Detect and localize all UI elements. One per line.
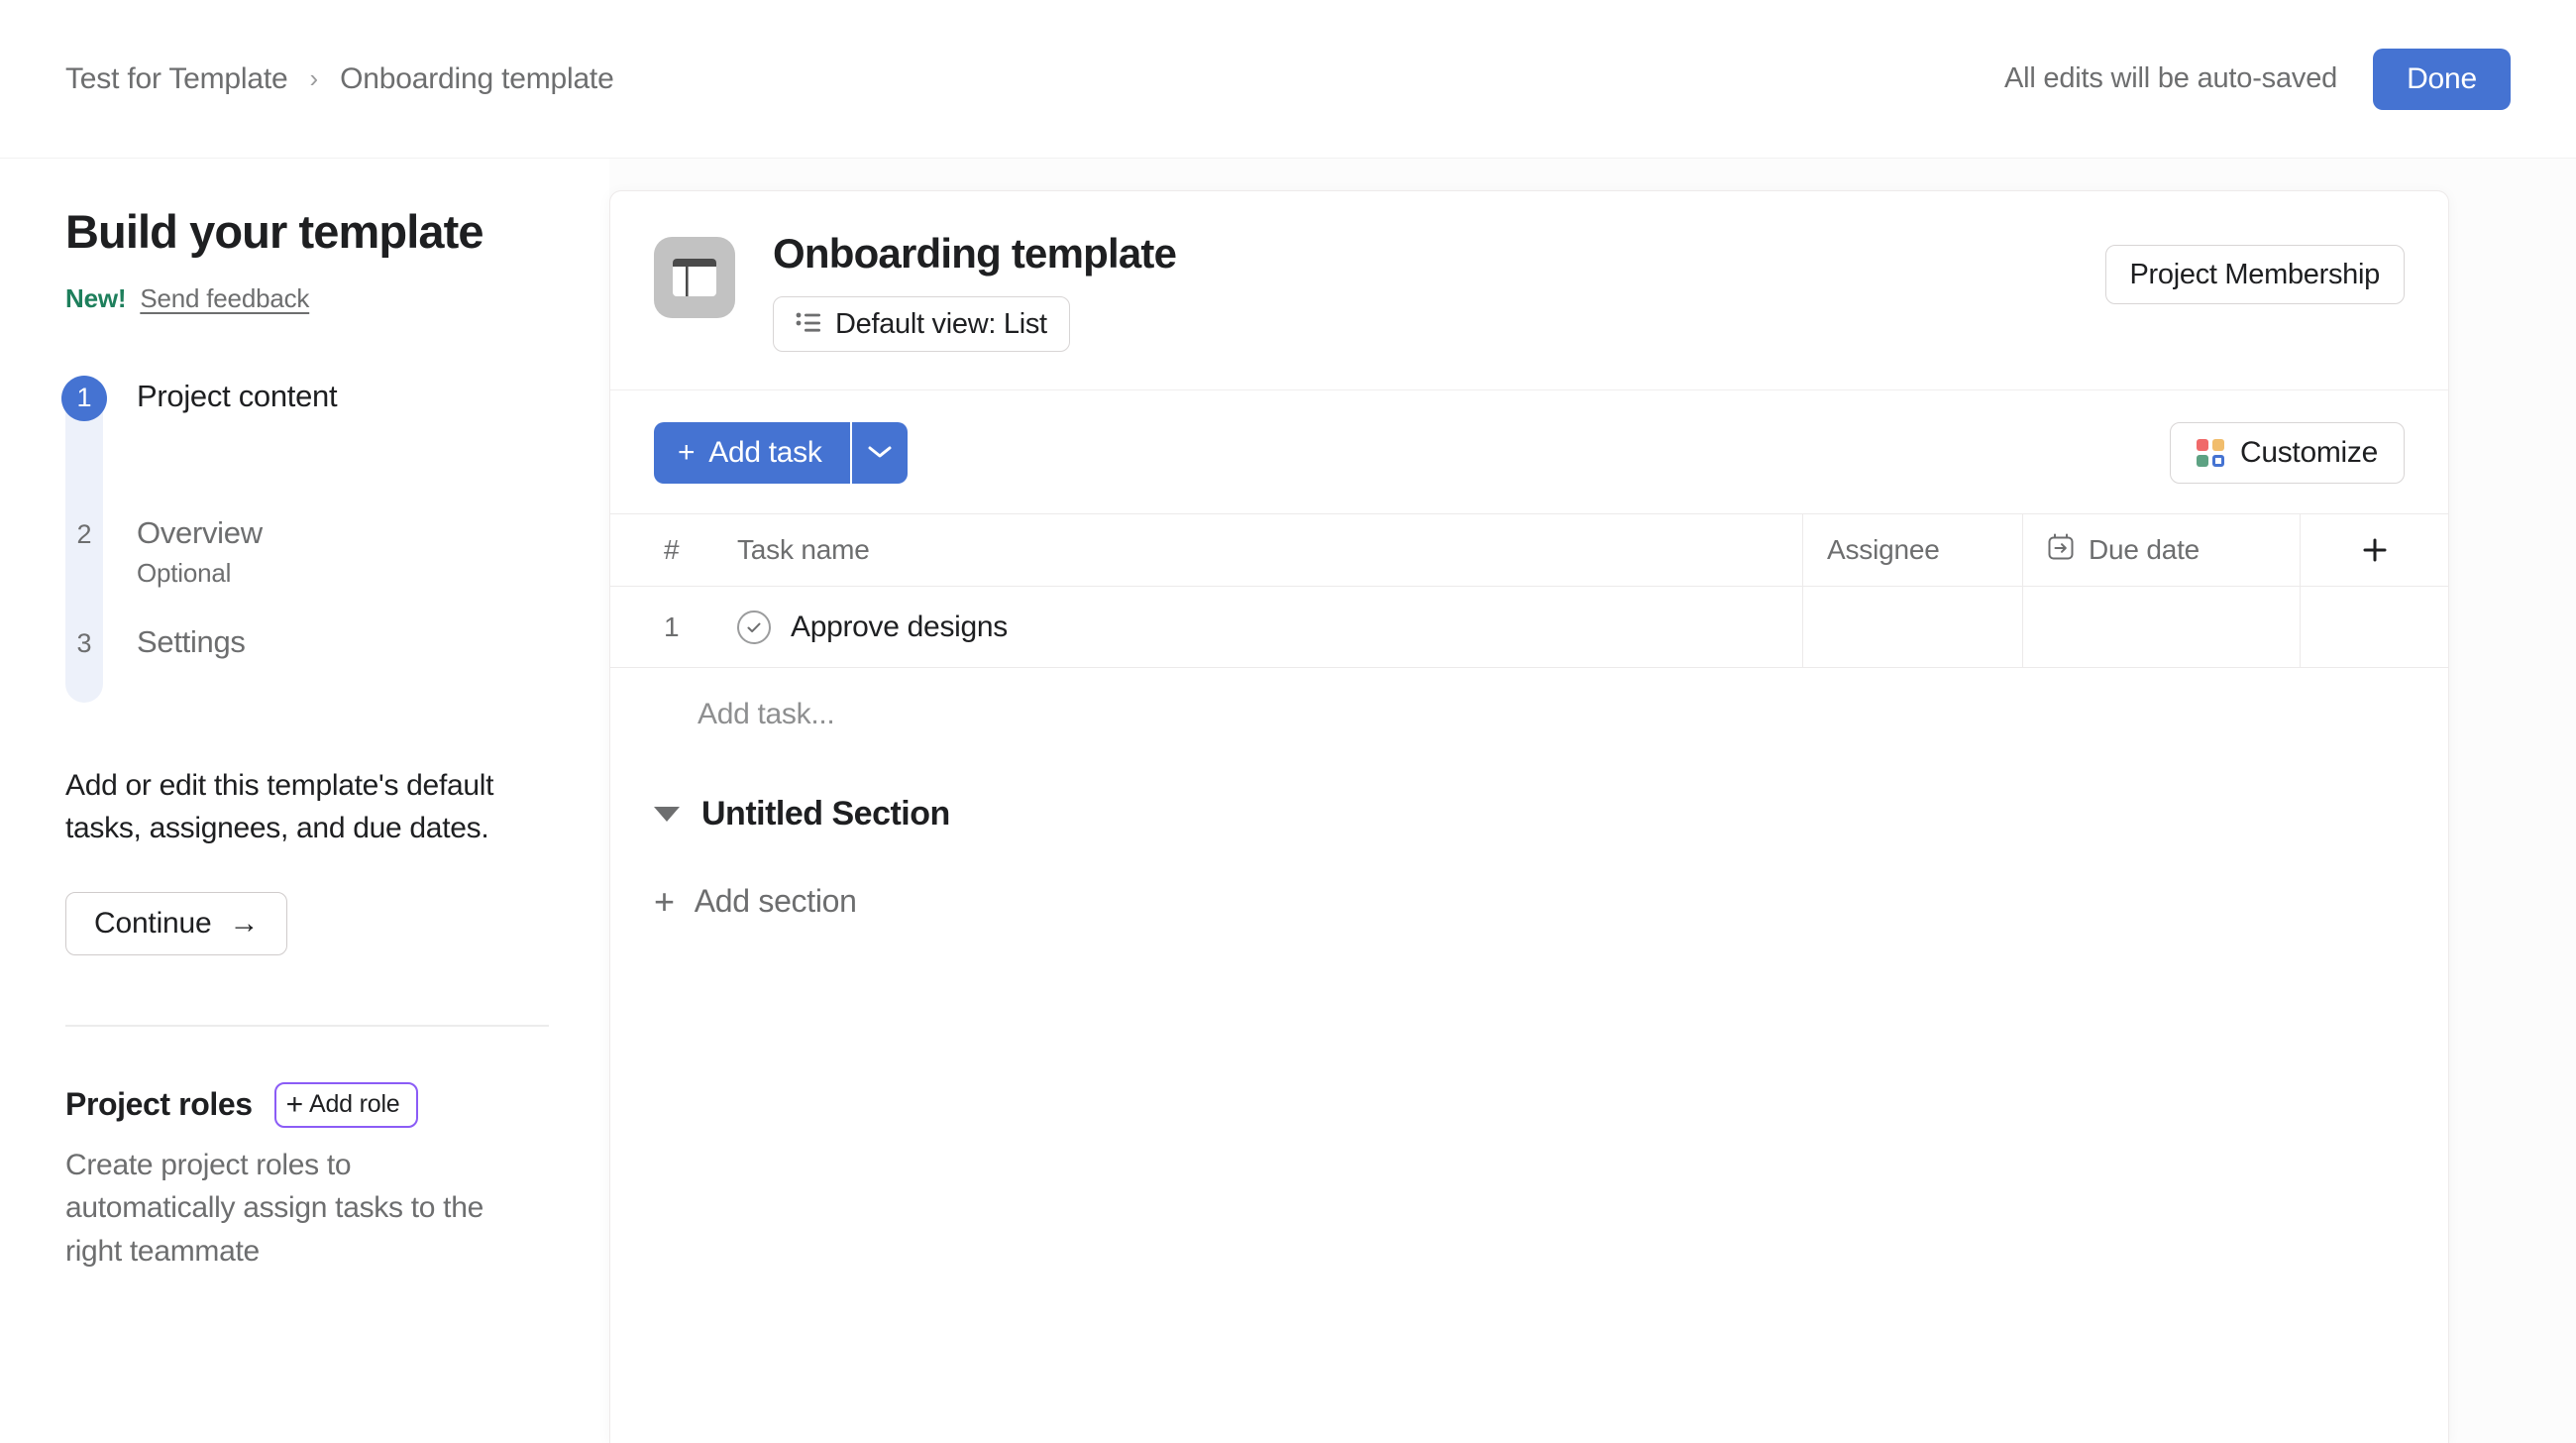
- add-section-label: Add section: [694, 883, 857, 920]
- project-membership-button[interactable]: Project Membership: [2104, 245, 2405, 304]
- customize-cell-blue-outline: [2211, 455, 2224, 468]
- row-assignee-cell[interactable]: [1802, 587, 2022, 668]
- table-header-row: # Task name Assignee Due date: [610, 513, 2448, 588]
- breadcrumb-item-current[interactable]: Onboarding template: [340, 62, 614, 96]
- breadcrumb: Test for Template › Onboarding template: [65, 62, 614, 96]
- customize-button[interactable]: Customize: [2169, 422, 2405, 485]
- feedback-row: New! Send feedback: [65, 283, 544, 314]
- add-task-group: + Add task: [654, 422, 908, 485]
- column-header-due-date-label: Due date: [2089, 534, 2200, 566]
- add-column-button[interactable]: [2300, 514, 2448, 587]
- step-label-project-content: Project content: [137, 378, 338, 413]
- step-project-content[interactable]: 1 Project content: [61, 375, 544, 467]
- table-row[interactable]: 1 Approve designs: [610, 587, 2448, 669]
- chevron-right-icon: ›: [309, 62, 319, 93]
- add-role-label: Add role: [309, 1090, 400, 1119]
- new-badge: New!: [65, 282, 127, 313]
- project-roles-description: Create project roles to automatically as…: [65, 1148, 483, 1268]
- plus-icon: +: [654, 880, 675, 922]
- project-roles-header: Project roles + Add role: [65, 1081, 544, 1128]
- sidebar-divider: [65, 1024, 549, 1027]
- row-due-date-cell[interactable]: [2022, 587, 2300, 668]
- row-number: 1: [664, 610, 680, 642]
- task-complete-check-icon[interactable]: [737, 610, 771, 644]
- section-header[interactable]: Untitled Section: [610, 771, 2448, 857]
- step-number-2: 2: [76, 519, 92, 550]
- project-title[interactable]: Onboarding template: [773, 230, 1177, 277]
- add-task-dropdown-button[interactable]: [849, 422, 908, 485]
- continue-label: Continue: [94, 906, 212, 940]
- add-task-label: Add task: [708, 436, 822, 470]
- step-label-overview: Overview: [137, 514, 263, 550]
- task-toolbar: + Add task Customize: [610, 390, 2448, 513]
- step-overview[interactable]: 2 Overview Optional: [65, 512, 544, 604]
- page-title: Build your template: [65, 205, 484, 258]
- step-number-3: 3: [76, 628, 92, 659]
- add-task-button[interactable]: + Add task: [654, 422, 850, 485]
- add-section-button[interactable]: + Add section: [610, 857, 2448, 945]
- list-view-icon: [796, 308, 821, 341]
- project-title-block: Onboarding template Default view: List: [773, 230, 1177, 353]
- add-role-button[interactable]: + Add role: [273, 1081, 418, 1128]
- main-area: Onboarding template Default view: List P…: [609, 159, 2576, 1443]
- stepper: 1 Project content 2 Overview Optional 3 …: [61, 375, 544, 713]
- customize-cell-orange: [2211, 439, 2224, 452]
- customize-cell-green: [2196, 455, 2208, 468]
- chevron-down-icon: [867, 444, 893, 463]
- customize-grid-icon: [2196, 439, 2224, 468]
- step-label-settings: Settings: [137, 623, 246, 659]
- project-roles-title: Project roles: [65, 1086, 253, 1123]
- row-extra-cell: [2300, 587, 2448, 668]
- step-settings[interactable]: 3 Settings: [65, 621, 544, 713]
- done-button[interactable]: Done: [2373, 48, 2511, 110]
- customize-label: Customize: [2239, 436, 2378, 470]
- task-name-text: Approve designs: [791, 610, 1008, 643]
- step-number-1: 1: [61, 375, 107, 421]
- project-card: Onboarding template Default view: List P…: [609, 190, 2449, 1443]
- task-table: # Task name Assignee Due date 1 Approve …: [610, 513, 2448, 945]
- due-date-icon: [2047, 533, 2075, 568]
- continue-button[interactable]: Continue →: [65, 891, 288, 955]
- sidebar-description: Add or edit this template's default task…: [65, 768, 494, 845]
- top-bar-actions: All edits will be auto-saved Done: [2003, 48, 2511, 110]
- column-header-number: #: [664, 534, 680, 566]
- default-view-chip[interactable]: Default view: List: [773, 296, 1070, 353]
- add-task-inline-input[interactable]: Add task...: [610, 668, 2448, 761]
- column-header-task-name[interactable]: Task name: [709, 514, 1802, 586]
- plus-icon: +: [285, 1087, 304, 1121]
- project-board-icon: [654, 237, 735, 318]
- autosave-status: All edits will be auto-saved: [2003, 62, 2338, 94]
- row-task-name-cell[interactable]: Approve designs: [709, 587, 1802, 667]
- project-header: Onboarding template Default view: List P…: [610, 191, 2448, 391]
- column-header-due-date[interactable]: Due date: [2022, 514, 2300, 587]
- send-feedback-link[interactable]: Send feedback: [140, 283, 309, 314]
- step-sub-overview: Optional: [137, 558, 232, 589]
- page-body: Build your template New! Send feedback 1…: [0, 159, 2576, 1443]
- breadcrumb-item-parent[interactable]: Test for Template: [65, 62, 288, 96]
- arrow-right-icon: →: [229, 906, 260, 940]
- section-title[interactable]: Untitled Section: [701, 795, 950, 833]
- plus-icon: +: [678, 436, 696, 470]
- customize-cell-red: [2196, 439, 2208, 452]
- default-view-label: Default view: List: [835, 307, 1047, 340]
- chevron-down-icon[interactable]: [654, 807, 680, 823]
- top-bar: Test for Template › Onboarding template …: [0, 0, 2576, 159]
- column-header-assignee[interactable]: Assignee: [1802, 514, 2022, 587]
- sidebar: Build your template New! Send feedback 1…: [0, 159, 609, 1443]
